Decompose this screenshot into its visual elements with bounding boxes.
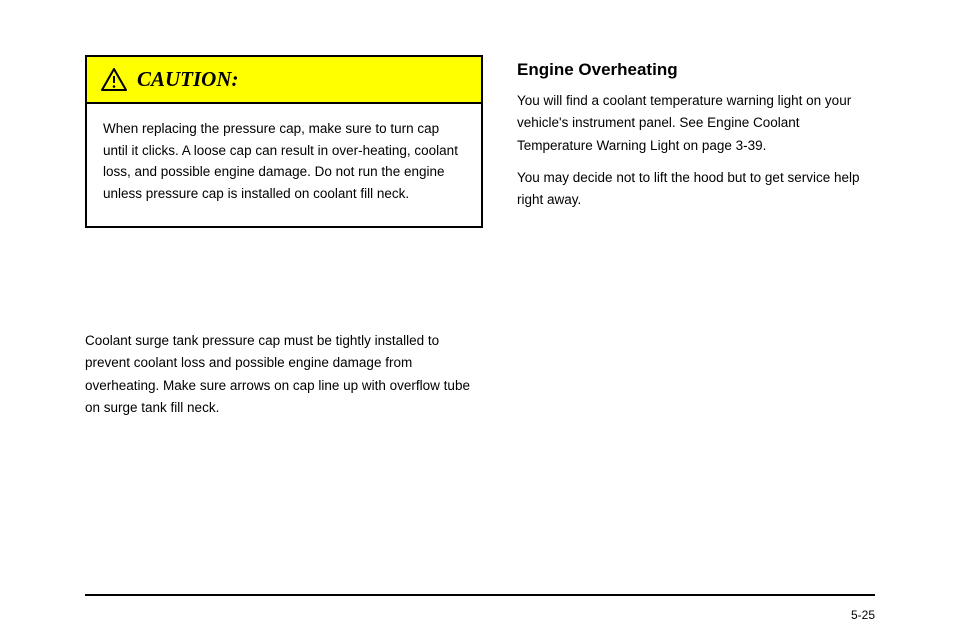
caution-box: CAUTION: When replacing the pressure cap… (85, 55, 483, 228)
right-paragraph-1: You will find a coolant temperature warn… (517, 90, 875, 157)
page-number: 5-25 (851, 608, 875, 622)
left-intro-paragraph: Coolant surge tank pressure cap must be … (85, 330, 483, 419)
left-column-body: Coolant surge tank pressure cap must be … (85, 330, 483, 429)
caution-body-text: When replacing the pressure cap, make su… (87, 104, 481, 226)
caution-header: CAUTION: (87, 57, 481, 104)
caution-title: CAUTION: (137, 67, 239, 92)
manual-page: CAUTION: When replacing the pressure cap… (85, 0, 875, 636)
footer-rule (85, 594, 875, 596)
right-paragraph-2: You may decide not to lift the hood but … (517, 167, 875, 212)
section-heading-engine-overheating: Engine Overheating (517, 60, 875, 80)
warning-icon (101, 68, 127, 92)
right-column: Engine Overheating You will find a coola… (517, 60, 875, 221)
